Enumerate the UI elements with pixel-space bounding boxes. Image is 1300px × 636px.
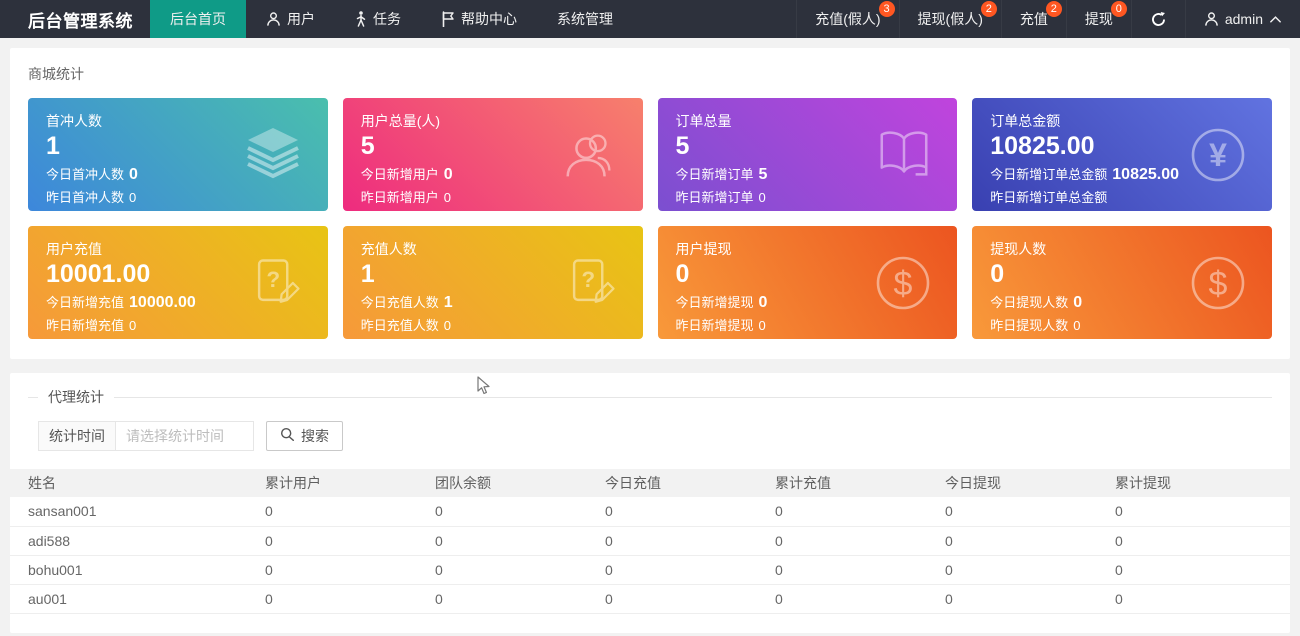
username: admin [1225, 11, 1263, 27]
stat-card-first-recharge-users: 首冲人数 1 今日首冲人数0 昨日首冲人数0 [28, 98, 328, 211]
nav-item-label: 系统管理 [557, 9, 613, 29]
col-header-total-users: 累计用户 [255, 469, 425, 497]
svg-text:?: ? [581, 266, 595, 291]
agent-stats-panel: 代理统计 统计时间 搜索 姓名 累计用户 团队余额 今日充值 累计充值 今日提现… [10, 373, 1290, 633]
table-row: adi588 0 0 0 0 0 0 [10, 526, 1290, 555]
col-header-today-recharge: 今日充值 [595, 469, 765, 497]
svg-text:?: ? [266, 266, 280, 291]
refresh-button[interactable] [1131, 0, 1185, 38]
cell-name: au001 [10, 584, 255, 613]
nav-item-home[interactable]: 后台首页 [150, 0, 246, 38]
card-yesterday-line: 昨日新增提现0 [676, 315, 940, 334]
shop-stats-panel: 商城统计 首冲人数 1 今日首冲人数0 昨日首冲人数0 用户总量(人) 5 今日… [10, 48, 1290, 359]
document-question-pencil-icon: ? [246, 253, 306, 313]
svg-text:$: $ [1209, 265, 1228, 303]
nav-item-label: 帮助中心 [461, 9, 517, 29]
stat-card-user-recharge: 用户充值 10001.00 今日新增充值10000.00 昨日新增充值0 ? [28, 226, 328, 339]
card-yesterday-line: 昨日新增订单总金额 [990, 187, 1254, 206]
nav-item-recharge-fake[interactable]: 充值(假人) 3 [796, 0, 898, 38]
dollar-circle-icon: $ [871, 251, 935, 315]
nav-item-withdraw-fake[interactable]: 提现(假人) 2 [899, 0, 1001, 38]
main-nav: 后台首页 用户 任务 帮助中心 系统管理 [150, 0, 633, 38]
table-row: bohu001 0 0 0 0 0 0 [10, 555, 1290, 584]
col-header-total-withdraw: 累计提现 [1105, 469, 1290, 497]
nav-item-withdraw[interactable]: 提现 0 [1066, 0, 1131, 38]
users-icon [559, 124, 621, 186]
card-yesterday-line: 昨日新增订单0 [676, 187, 940, 206]
card-yesterday-line: 昨日提现人数0 [990, 315, 1254, 334]
yen-circle-icon: ¥ [1186, 123, 1250, 187]
flag-icon [441, 11, 455, 27]
stat-card-user-withdraw: 用户提现 0 今日新增提现0 昨日新增提现0 $ [658, 226, 958, 339]
table-row: sansan001 0 0 0 0 0 0 [10, 497, 1290, 526]
table-row: au001 0 0 0 0 0 0 [10, 584, 1290, 613]
cell-name: adi588 [10, 526, 255, 555]
agent-stats-fieldset: 代理统计 [28, 387, 1272, 407]
badge-count: 2 [1046, 1, 1062, 17]
stat-card-recharge-users: 充值人数 1 今日充值人数1 昨日充值人数0 ? [343, 226, 643, 339]
nav-item-label: 用户 [287, 9, 315, 29]
cell-name: sansan001 [10, 497, 255, 526]
svg-text:$: $ [894, 265, 913, 303]
nav-item-label: 充值(假人) [815, 9, 880, 29]
chevron-up-icon [1269, 14, 1282, 24]
stat-card-withdraw-users: 提现人数 0 今日提现人数0 昨日提现人数0 $ [972, 226, 1272, 339]
user-icon [266, 11, 281, 27]
app-title: 后台管理系统 [0, 0, 150, 38]
stat-card-total-orders: 订单总量 5 今日新增订单5 昨日新增订单0 [658, 98, 958, 211]
nav-item-label: 提现(假人) [918, 9, 983, 29]
card-yesterday-line: 昨日首冲人数0 [46, 187, 310, 206]
nav-item-recharge[interactable]: 充值 2 [1001, 0, 1066, 38]
stat-card-total-users: 用户总量(人) 5 今日新增用户0 昨日新增用户0 [343, 98, 643, 211]
search-button[interactable]: 搜索 [266, 421, 343, 451]
search-button-label: 搜索 [301, 426, 329, 446]
badge-count: 2 [981, 1, 997, 17]
agent-table: 姓名 累计用户 团队余额 今日充值 累计充值 今日提现 累计提现 sansan0… [10, 469, 1290, 614]
cell-name: bohu001 [10, 555, 255, 584]
badge-count: 3 [879, 1, 895, 17]
open-book-icon [873, 126, 935, 184]
table-header-row: 姓名 累计用户 团队余额 今日充值 累计充值 今日提现 累计提现 [10, 469, 1290, 497]
layers-icon [240, 125, 306, 185]
col-header-today-withdraw: 今日提现 [935, 469, 1105, 497]
user-menu[interactable]: admin [1185, 0, 1300, 38]
navbar-right: 充值(假人) 3 提现(假人) 2 充值 2 提现 0 admin [796, 0, 1300, 38]
nav-item-label: 充值 [1020, 9, 1048, 29]
col-header-total-recharge: 累计充值 [765, 469, 935, 497]
col-header-name: 姓名 [10, 469, 255, 497]
nav-item-users[interactable]: 用户 [246, 0, 335, 38]
stat-time-input[interactable] [116, 421, 254, 451]
nav-item-label: 任务 [373, 9, 401, 29]
refresh-icon [1150, 11, 1167, 28]
nav-item-help-center[interactable]: 帮助中心 [421, 0, 537, 38]
walking-person-icon [355, 11, 367, 27]
stat-time-label: 统计时间 [38, 421, 116, 451]
nav-item-tasks[interactable]: 任务 [335, 0, 421, 38]
card-yesterday-line: 昨日新增用户0 [361, 187, 625, 206]
section-title-shop-stats: 商城统计 [28, 64, 1272, 84]
nav-item-label: 后台首页 [170, 9, 226, 29]
filter-row: 统计时间 搜索 [38, 421, 1290, 451]
document-question-pencil-icon: ? [561, 253, 621, 313]
col-header-team-balance: 团队余额 [425, 469, 595, 497]
stat-card-order-total-amount: 订单总金额 10825.00 今日新增订单总金额10825.00 昨日新增订单总… [972, 98, 1272, 211]
badge-count: 0 [1111, 1, 1127, 17]
user-icon [1204, 11, 1219, 27]
nav-item-label: 提现 [1085, 9, 1113, 29]
card-yesterday-line: 昨日充值人数0 [361, 315, 625, 334]
nav-item-system[interactable]: 系统管理 [537, 0, 633, 38]
svg-text:¥: ¥ [1209, 137, 1227, 173]
search-icon [280, 427, 295, 445]
stat-cards-grid: 首冲人数 1 今日首冲人数0 昨日首冲人数0 用户总量(人) 5 今日新增用户0… [28, 98, 1272, 339]
dollar-circle-icon: $ [1186, 251, 1250, 315]
section-title-agent-stats: 代理统计 [38, 387, 114, 407]
card-yesterday-line: 昨日新增充值0 [46, 315, 310, 334]
top-navbar: 后台管理系统 后台首页 用户 任务 帮助中心 系统管理 充 [0, 0, 1300, 38]
